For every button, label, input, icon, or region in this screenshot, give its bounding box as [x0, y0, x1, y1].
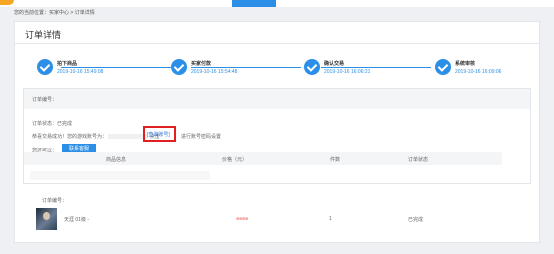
col-order-status: 订单状态: [408, 157, 429, 163]
breadcrumb: 您的当前位置：买家中心 > 订单详情: [14, 10, 95, 16]
table-order-number: 订单编号：: [42, 198, 68, 204]
success-suffix: 进行账号密码设置: [181, 134, 222, 140]
check-circle-icon: [435, 59, 451, 75]
order-status-text: 订单状态：已完成: [32, 121, 73, 127]
order-info-box: 订单编号： 订单状态：已完成 恭喜交易成功！您的游戏账号为： 点击 [查询账号]…: [23, 88, 531, 184]
nav-item-5[interactable]: [408, 0, 444, 7]
product-quantity: 1: [329, 216, 332, 222]
nav-item-3[interactable]: [290, 0, 330, 7]
col-quantity: 件数: [330, 157, 341, 163]
product-thumbnail: [36, 208, 57, 230]
success-message: 恭喜交易成功！您的游戏账号为： 点击: [32, 133, 160, 140]
product-price-masked: ■■■■: [236, 216, 249, 222]
order-number-header: 订单编号：: [24, 89, 530, 109]
logo: [0, 0, 14, 5]
check-circle-icon: [171, 59, 187, 75]
title-divider: [15, 43, 539, 44]
step-title: 系统审核: [455, 61, 476, 67]
step-time: 2019-10-16 15:54:48: [191, 69, 238, 75]
step-connector: [321, 67, 431, 68]
check-circle-icon: [37, 59, 53, 75]
step-time: 2019-10-16 16:09:06: [455, 69, 502, 75]
step-time: 2019-10-16 16:06:21: [324, 69, 371, 75]
view-account-link[interactable]: [查询账号]: [147, 131, 170, 138]
nav-item-4[interactable]: [350, 0, 386, 7]
order-detail-panel: 订单详情 拍下商品 2019-10-16 15:49:08 买家付款 2019-…: [14, 21, 540, 243]
col-price: 价格（元）: [222, 157, 248, 163]
step-connector: [61, 67, 171, 68]
step-time: 2019-10-16 15:49:08: [57, 69, 104, 75]
nav-item-buyer-center[interactable]: [232, 0, 276, 7]
order-number-label: 订单编号：: [32, 97, 58, 103]
order-number-bar: [30, 171, 210, 180]
step-title: 确认交易: [324, 61, 345, 67]
step-connector: [191, 67, 301, 68]
step-title: 买家付款: [191, 61, 212, 67]
nav-item-1[interactable]: [188, 0, 222, 7]
order-progress-steps: 拍下商品 2019-10-16 15:49:08 买家付款 2019-10-16…: [15, 58, 539, 84]
col-product-info: 商品信息: [106, 157, 127, 163]
top-navigation: [0, 0, 554, 7]
page-title: 订单详情: [25, 30, 62, 40]
success-prefix: 恭喜交易成功！您的游戏账号为：: [32, 134, 108, 140]
product-status: 已完成: [408, 217, 424, 223]
table-header: 商品信息 价格（元） 件数 订单状态: [24, 152, 502, 165]
check-circle-icon: [304, 59, 320, 75]
product-name[interactable]: 天涯 01级 -: [64, 216, 89, 223]
highlight-box: [查询账号]: [143, 126, 176, 142]
step-title: 拍下商品: [57, 61, 78, 67]
